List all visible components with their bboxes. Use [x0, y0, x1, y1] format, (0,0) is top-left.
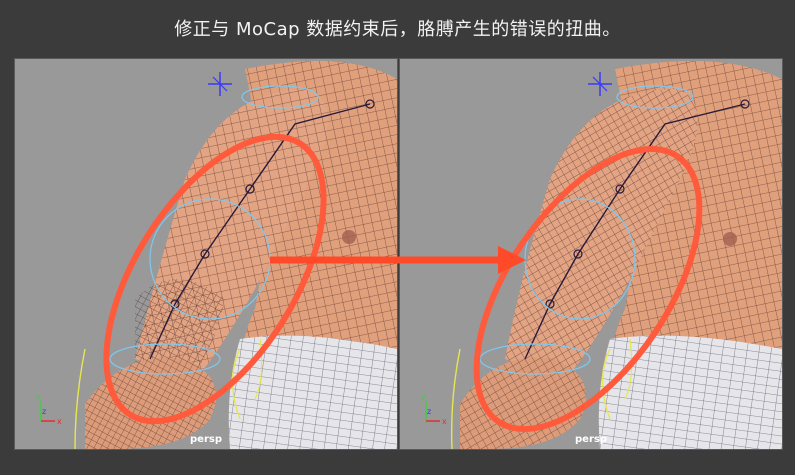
- camera-label: persp: [575, 434, 607, 445]
- svg-text:z: z: [42, 407, 46, 416]
- axis-gizmo-icon: y x z: [36, 391, 67, 427]
- svg-text:x: x: [57, 417, 62, 426]
- axis-gizmo-icon: y x z: [421, 391, 452, 427]
- arm-mesh-figure: [74, 61, 397, 449]
- viewport-left[interactable]: y x z persp: [14, 58, 398, 450]
- locator-cross-icon: [588, 72, 612, 96]
- svg-text:x: x: [442, 417, 447, 426]
- locator-cross-icon: [208, 72, 232, 96]
- svg-text:y: y: [421, 392, 426, 401]
- arm-mesh-figure: [450, 61, 782, 449]
- caption: 修正与 MoCap 数据约束后，胳膊产生的错误的扭曲。: [174, 19, 621, 40]
- camera-label: persp: [190, 434, 222, 445]
- viewport-right[interactable]: y x z persp: [399, 58, 783, 450]
- svg-text:z: z: [427, 407, 431, 416]
- svg-text:y: y: [36, 392, 41, 401]
